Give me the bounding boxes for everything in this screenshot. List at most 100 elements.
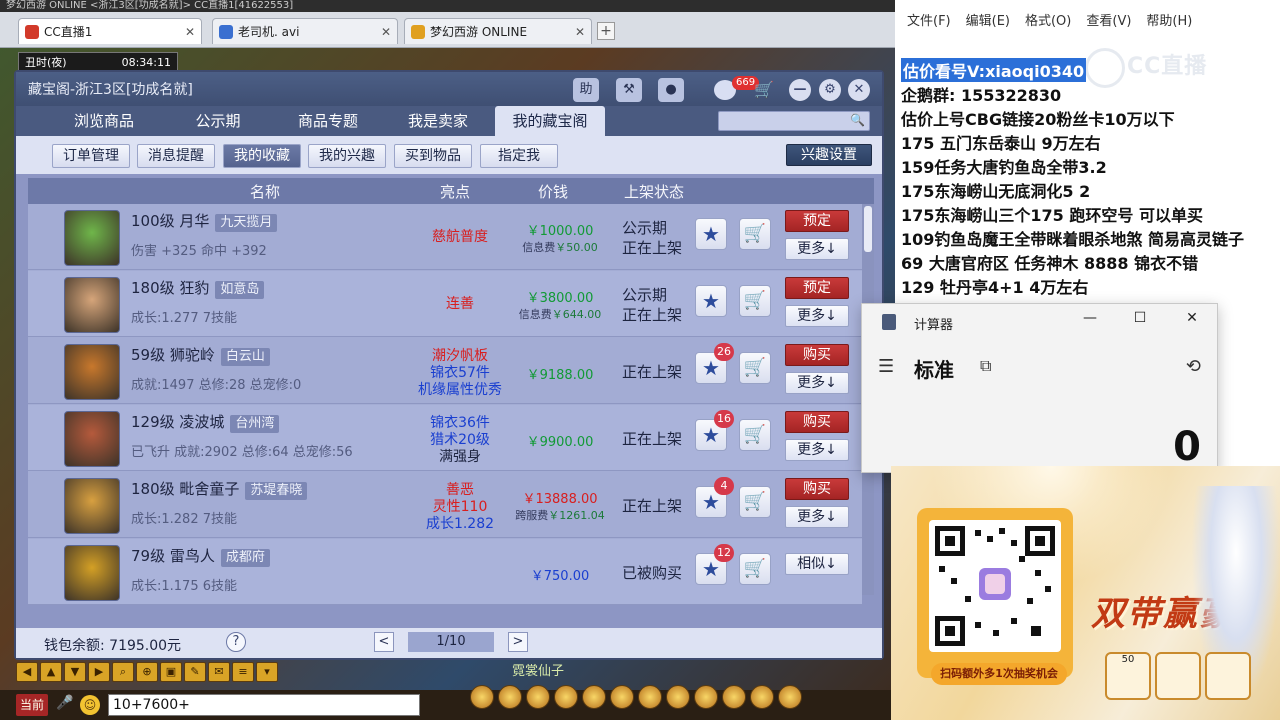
item-icon[interactable] xyxy=(526,685,550,709)
add-cart-icon[interactable]: 🛒 xyxy=(739,352,771,384)
subtab-purchased[interactable]: 买到物品 xyxy=(394,144,472,168)
item-icon[interactable] xyxy=(694,685,718,709)
more-button[interactable]: 更多↓ xyxy=(785,305,849,327)
microphone-icon[interactable]: 🎤 xyxy=(56,695,74,715)
item-icon[interactable] xyxy=(778,685,802,709)
buy-button[interactable]: 购买 xyxy=(785,344,849,366)
add-cart-icon[interactable]: 🛒 xyxy=(739,553,771,585)
maximize-button[interactable]: ☐ xyxy=(1128,310,1152,326)
tab-video[interactable]: 老司机. avi ✕ xyxy=(212,18,398,44)
item-icon[interactable] xyxy=(554,685,578,709)
close-button[interactable]: ✕ xyxy=(1180,310,1204,326)
more-button[interactable]: 相似↓ xyxy=(785,553,849,575)
chat-icon[interactable]: ✉ xyxy=(208,662,230,682)
subtab-interests[interactable]: 我的兴趣 xyxy=(308,144,386,168)
qr-code[interactable] xyxy=(929,520,1061,652)
arrow-right-icon[interactable]: ▶ xyxy=(88,662,110,682)
menu-format[interactable]: 格式(O) xyxy=(1025,10,1071,29)
character-avatar[interactable] xyxy=(64,411,120,467)
arrow-down-icon[interactable]: ▼ xyxy=(64,662,86,682)
subtab-favorites[interactable]: 我的收藏 xyxy=(223,144,301,168)
next-page-button[interactable]: > xyxy=(508,632,528,652)
search-input[interactable]: 🔍 xyxy=(718,111,870,131)
prev-page-button[interactable]: < xyxy=(374,632,394,652)
favorite-star-icon[interactable]: ★ xyxy=(695,285,727,317)
hamburger-menu-icon[interactable]: ☰ xyxy=(878,356,894,377)
history-icon[interactable]: ⟲ xyxy=(1186,356,1201,377)
character-avatar[interactable] xyxy=(64,545,120,601)
zoom-icon[interactable]: ⊕ xyxy=(136,662,158,682)
menu-view[interactable]: 查看(V) xyxy=(1086,10,1131,29)
dropdown-icon[interactable]: ▾ xyxy=(256,662,278,682)
character-avatar[interactable] xyxy=(64,478,120,534)
record-icon[interactable]: ● xyxy=(658,78,684,102)
item-icon[interactable] xyxy=(498,685,522,709)
character-avatar[interactable] xyxy=(64,277,120,333)
add-cart-icon[interactable]: 🛒 xyxy=(739,218,771,250)
buy-button[interactable]: 购买 xyxy=(785,478,849,500)
lock-icon[interactable]: ▣ xyxy=(160,662,182,682)
more-button[interactable]: 更多↓ xyxy=(785,238,849,260)
scroll-thumb[interactable] xyxy=(864,206,872,252)
reserve-button[interactable]: 预定 xyxy=(785,210,849,232)
new-tab-button[interactable]: + xyxy=(597,22,615,40)
item-icon[interactable] xyxy=(610,685,634,709)
list-icon[interactable]: ≡ xyxy=(232,662,254,682)
tab-topics[interactable]: 商品专题 xyxy=(276,106,380,136)
more-button[interactable]: 更多↓ xyxy=(785,439,849,461)
tab-public[interactable]: 公示期 xyxy=(166,106,270,136)
brush-icon[interactable]: ✎ xyxy=(184,662,206,682)
item-icon[interactable] xyxy=(750,685,774,709)
close-tab-icon[interactable]: ✕ xyxy=(373,25,391,39)
more-button[interactable]: 更多↓ xyxy=(785,506,849,528)
subtab-assigned[interactable]: 指定我 xyxy=(480,144,558,168)
add-cart-icon[interactable]: 🛒 xyxy=(739,419,771,451)
tab-game[interactable]: 梦幻西游 ONLINE ✕ xyxy=(404,18,592,44)
item-icon[interactable] xyxy=(470,685,494,709)
tab-cc-live[interactable]: CC直播1 ✕ xyxy=(18,18,202,44)
tab-my-pavilion[interactable]: 我的藏宝阁 xyxy=(495,106,605,136)
help-icon[interactable]: ? xyxy=(226,632,246,652)
table-row[interactable]: 79级 雷鸟人 成都府 成长:1.175 6技能 ￥750.00 已被购买 ★ 1… xyxy=(28,539,862,605)
item-icon[interactable] xyxy=(666,685,690,709)
character-avatar[interactable] xyxy=(64,344,120,400)
chat-input[interactable]: 10+7600+ xyxy=(108,694,420,716)
item-icon[interactable] xyxy=(638,685,662,709)
favorite-star-icon[interactable]: ★ xyxy=(695,218,727,250)
hammer-icon[interactable]: ⚒ xyxy=(616,78,642,102)
search-icon[interactable]: 🔍 xyxy=(850,113,865,127)
close-tab-icon[interactable]: ✕ xyxy=(177,25,195,39)
settings-gear-icon[interactable]: ⚙ xyxy=(819,79,841,101)
arrow-up-icon[interactable]: ▲ xyxy=(40,662,62,682)
tab-browse[interactable]: 浏览商品 xyxy=(52,106,156,136)
interest-settings-button[interactable]: 兴趣设置 xyxy=(786,144,872,166)
help-button[interactable]: 助 xyxy=(573,78,599,102)
arrow-left-icon[interactable]: ◀ xyxy=(16,662,38,682)
promo-banner[interactable]: 扫码额外多1次抽奖机会 双带赢豪 50 xyxy=(891,466,1280,720)
reserve-button[interactable]: 预定 xyxy=(785,277,849,299)
add-cart-icon[interactable]: 🛒 xyxy=(739,486,771,518)
item-icon[interactable] xyxy=(722,685,746,709)
table-row[interactable]: 129级 凌波城 台州湾 已飞升 成就:2902 总修:64 总宠修:56 锦衣3… xyxy=(28,405,862,471)
table-row[interactable]: 100级 月华 九天揽月 伤害 +325 命中 +392 慈航普度 ￥1000.0… xyxy=(28,204,862,270)
buy-button[interactable]: 购买 xyxy=(785,411,849,433)
cart-button[interactable]: 669 🛒 xyxy=(714,76,774,102)
tab-seller[interactable]: 我是卖家 xyxy=(386,106,490,136)
close-icon[interactable]: ✕ xyxy=(848,79,870,101)
add-cart-icon[interactable]: 🛒 xyxy=(739,285,771,317)
chat-channel[interactable]: 当前 xyxy=(16,694,48,716)
minimize-icon[interactable]: — xyxy=(789,79,811,101)
search-icon[interactable]: ⌕ xyxy=(112,662,134,682)
table-row[interactable]: 59级 狮驼岭 白云山 成就:1497 总修:28 总宠修:0 潮汐帆板 锦衣57件… xyxy=(28,338,862,404)
menu-edit[interactable]: 编辑(E) xyxy=(966,10,1010,29)
table-row[interactable]: 180级 狂豹 如意岛 成长:1.277 7技能 连善 ￥3800.00 信息费￥… xyxy=(28,271,862,337)
subtab-orders[interactable]: 订单管理 xyxy=(52,144,130,168)
more-button[interactable]: 更多↓ xyxy=(785,372,849,394)
minimize-button[interactable]: — xyxy=(1078,310,1102,326)
close-tab-icon[interactable]: ✕ xyxy=(567,25,585,39)
emoji-icon[interactable]: ☺ xyxy=(80,695,100,715)
subtab-messages[interactable]: 消息提醒 xyxy=(137,144,215,168)
item-icon[interactable] xyxy=(582,685,606,709)
menu-help[interactable]: 帮助(H) xyxy=(1146,10,1192,29)
table-row[interactable]: 180级 毗舍童子 苏堤春晓 成长:1.282 7技能 善恶 灵性110 成长1.28… xyxy=(28,472,862,538)
